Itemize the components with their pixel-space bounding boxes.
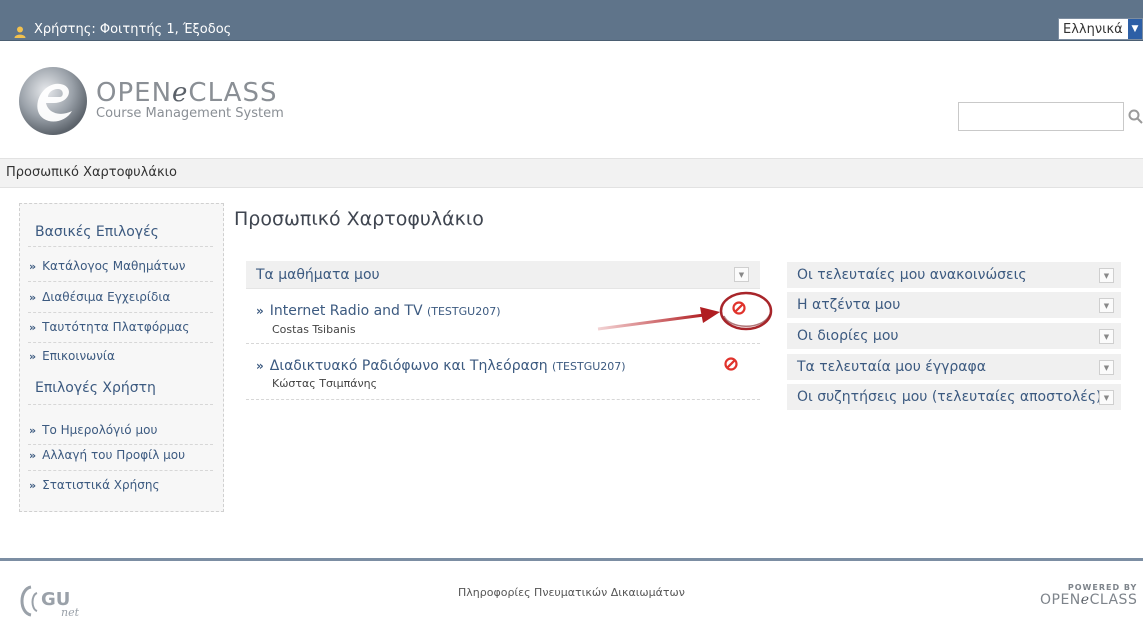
divider — [246, 399, 760, 400]
bullet-icon: » — [29, 321, 37, 334]
bullet-icon: » — [29, 449, 37, 462]
breadcrumb-current: Προσωπικό Χαρτοφυλάκιο — [6, 165, 177, 180]
language-select-value: Ελληνικά — [1063, 21, 1123, 37]
sidebar: Βασικές Επιλογές » Κατάλογος Μαθημάτων » Δ… — [19, 203, 224, 512]
logo-brand-open: OPEN — [96, 78, 173, 108]
search-icon[interactable] — [1128, 109, 1143, 124]
language-select[interactable]: Ελληνικά ▼ — [1058, 18, 1143, 40]
sidebar-item-label: Το Ημερολόγιό μου — [42, 423, 158, 437]
divider — [28, 470, 213, 471]
sidebar-item-platform-identity[interactable]: » Ταυτότητα Πλατφόρμας — [29, 320, 189, 334]
user-logout-link[interactable]: Χρήστης: Φοιτητής 1, Έξοδος — [34, 22, 231, 37]
powered-brand-class: CLASS — [1089, 592, 1138, 608]
course-link[interactable]: » Διαδικτυακό Ραδιόφωνο και Τηλεόραση (TE… — [256, 358, 626, 374]
my-courses-header: Τα μαθήματα μου ▼ — [246, 261, 760, 289]
my-courses-title: Τα μαθήματα μου — [256, 267, 380, 283]
panel-label: Οι τελευταίες μου ανακοινώσεις — [797, 267, 1027, 283]
powered-brand-open: OPEN — [1040, 592, 1081, 608]
course-instructor: Κώστας Τσιμπάνης — [272, 377, 378, 390]
powered-by-label: POWERED BY — [1067, 583, 1138, 592]
sidebar-item-manuals[interactable]: » Διαθέσιμα Εγχειρίδια — [29, 290, 170, 304]
powered-brand-e: e — [1080, 592, 1090, 608]
page-title: Προσωπικό Χαρτοφυλάκιο — [234, 208, 484, 230]
bullet-icon: » — [29, 479, 37, 492]
sidebar-heading-basic: Βασικές Επιλογές — [35, 224, 159, 240]
sidebar-item-statistics[interactable]: » Στατιστικά Χρήσης — [29, 478, 160, 492]
toggle-down-icon[interactable]: ▼ — [1099, 360, 1114, 375]
sidebar-item-label: Ταυτότητα Πλατφόρμας — [42, 320, 190, 334]
unregister-icon[interactable] — [724, 357, 738, 371]
list-item: » Διαδικτυακό Ραδιόφωνο και Τηλεόραση (TE… — [246, 347, 760, 400]
gunet-logo-icon[interactable]: GU net — [17, 583, 97, 619]
search-input[interactable] — [958, 102, 1124, 131]
course-instructor: Costas Tsibanis — [272, 323, 356, 336]
course-code: (TESTGU207) — [552, 360, 626, 373]
toggle-down-icon[interactable]: ▼ — [1099, 329, 1114, 344]
panel-deadlines[interactable]: Οι διορίες μου ▼ — [787, 323, 1121, 350]
annotation-circle-icon — [719, 291, 773, 331]
user-icon — [14, 26, 26, 38]
annotation-arrow-icon — [597, 307, 720, 331]
toggle-down-icon[interactable]: ▼ — [1099, 268, 1114, 283]
logo-brand-e: e — [172, 78, 189, 108]
chevron-down-icon[interactable]: ▼ — [1128, 19, 1142, 39]
panel-label: Οι διορίες μου — [797, 328, 899, 344]
course-name: Internet Radio and TV — [269, 303, 423, 319]
sidebar-item-calendar[interactable]: » Το Ημερολόγιό μου — [29, 423, 157, 437]
sidebar-item-label: Διαθέσιμα Εγχειρίδια — [42, 290, 171, 304]
panel-documents[interactable]: Τα τελευταία μου έγγραφα ▼ — [787, 354, 1121, 381]
svg-text:net: net — [61, 606, 80, 619]
footer: GU net Πληροφορίες Πνευματικών Δικαιωμάτ… — [0, 561, 1143, 619]
panel-forum-posts[interactable]: Οι συζητήσεις μου (τελευταίες αποστολές)… — [787, 384, 1121, 411]
sidebar-heading-user: Επιλογές Χρήστη — [35, 380, 156, 396]
sidebar-item-contact[interactable]: » Επικοινωνία — [29, 349, 115, 363]
course-link[interactable]: » Internet Radio and TV (TESTGU207) — [256, 303, 501, 319]
panel-announcements[interactable]: Οι τελευταίες μου ανακοινώσεις ▼ — [787, 262, 1121, 289]
bullet-icon: » — [256, 304, 264, 318]
copyright-link[interactable]: Πληροφορίες Πνευματικών Δικαιωμάτων — [458, 586, 685, 599]
panel-agenda[interactable]: Η ατζέντα μου ▼ — [787, 292, 1121, 319]
divider — [246, 343, 760, 344]
divider — [28, 342, 213, 343]
panel-label: Οι συζητήσεις μου (τελευταίες αποστολές) — [797, 389, 1102, 405]
sidebar-item-label: Κατάλογος Μαθημάτων — [42, 259, 186, 273]
breadcrumb: Προσωπικό Χαρτοφυλάκιο — [0, 158, 1143, 188]
divider — [28, 444, 213, 445]
divider — [28, 312, 213, 313]
sidebar-item-label: Επικοινωνία — [42, 349, 115, 363]
toggle-down-icon[interactable]: ▼ — [1099, 298, 1114, 313]
divider — [28, 404, 213, 405]
bullet-icon: » — [256, 359, 264, 373]
openeclass-logo-icon[interactable] — [18, 65, 88, 137]
panel-label: Η ατζέντα μου — [797, 297, 901, 313]
sidebar-item-label: Στατιστικά Χρήσης — [42, 478, 160, 492]
course-code: (TESTGU207) — [426, 305, 501, 318]
bullet-icon: » — [29, 291, 37, 304]
top-bar: Χρήστης: Φοιτητής 1, Έξοδος Ελληνικά ▼ — [0, 0, 1143, 41]
logo-brand-text: OPENeCLASS — [96, 78, 277, 108]
sidebar-item-course-catalog[interactable]: » Κατάλογος Μαθημάτων — [29, 259, 186, 273]
course-name: Διαδικτυακό Ραδιόφωνο και Τηλεόραση — [269, 358, 548, 374]
divider — [28, 281, 213, 282]
toggle-down-icon[interactable]: ▼ — [734, 267, 749, 282]
sidebar-item-label: Αλλαγή του Προφίλ μου — [42, 448, 186, 462]
powered-by-brand: OPENeCLASS — [1040, 592, 1137, 608]
toggle-down-icon[interactable]: ▼ — [1099, 390, 1114, 405]
powered-by-logo[interactable]: POWERED BY OPENeCLASS — [1040, 583, 1137, 608]
logo-subtitle: Course Management System — [96, 106, 284, 121]
dashboard-panel: Οι τελευταίες μου ανακοινώσεις ▼ Η ατζέν… — [787, 262, 1121, 412]
bullet-icon: » — [29, 424, 37, 437]
bullet-icon: » — [29, 260, 37, 273]
logo-brand-class: CLASS — [188, 78, 278, 108]
divider — [28, 246, 213, 247]
sidebar-item-edit-profile[interactable]: » Αλλαγή του Προφίλ μου — [29, 448, 185, 462]
bullet-icon: » — [29, 350, 37, 363]
panel-label: Τα τελευταία μου έγγραφα — [797, 359, 986, 375]
